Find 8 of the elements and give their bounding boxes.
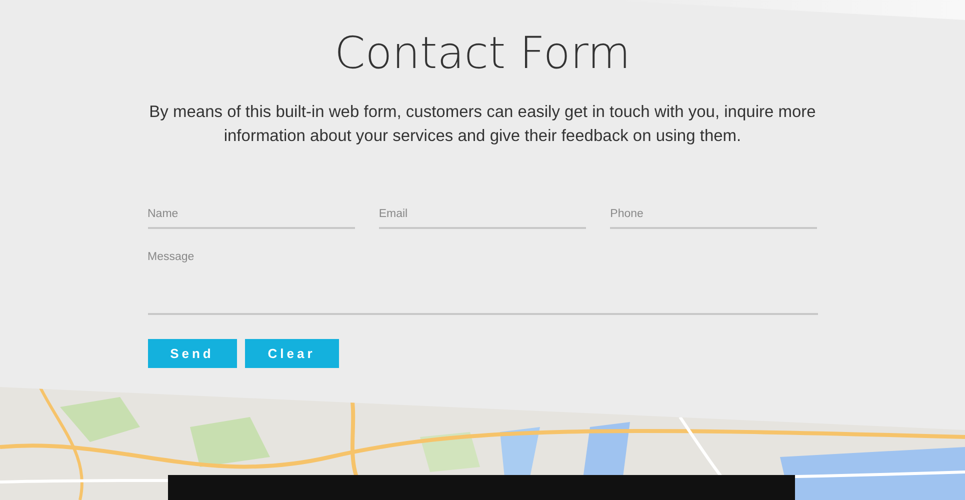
input-field[interactable]: Name (148, 202, 355, 229)
form-button[interactable]: Clear (244, 338, 338, 368)
input-field[interactable]: Phone (610, 202, 818, 229)
message-field[interactable]: Message (148, 244, 818, 315)
input-field[interactable]: Email (378, 202, 586, 229)
description: By means of this built-in web form, customers can easily get in touch with you, inquire more information about your services and give their feedback on using them. (148, 102, 817, 147)
form-button[interactable]: Send (148, 338, 236, 368)
page-title: Contact Form (334, 28, 630, 81)
